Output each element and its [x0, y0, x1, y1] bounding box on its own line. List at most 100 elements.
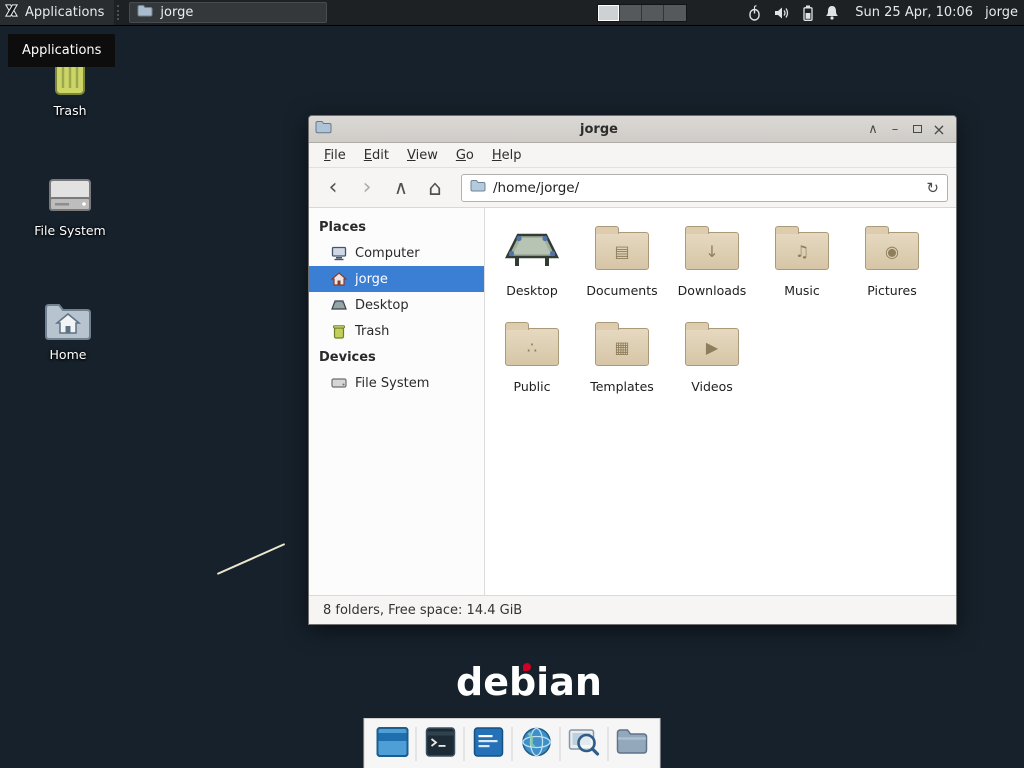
desktop-icon-label: Trash: [20, 103, 120, 118]
titlebar[interactable]: jorge ∧ – ×: [309, 116, 956, 143]
debian-logo-text: debian: [456, 660, 602, 704]
web-browser-icon: [520, 726, 552, 762]
file-item-pictures[interactable]: ◉ Pictures: [847, 216, 937, 312]
sidebar-item-trash[interactable]: Trash: [309, 318, 484, 344]
wallpaper-line-artifact: [217, 543, 285, 575]
file-label: Desktop: [487, 283, 577, 298]
panel-user-menu[interactable]: jorge: [985, 5, 1018, 20]
dock-terminal-settings[interactable]: [465, 722, 512, 766]
workspace-2[interactable]: [620, 5, 642, 21]
file-label: Documents: [577, 283, 667, 298]
folder-icon: ♫: [775, 232, 829, 270]
home-icon: [331, 272, 347, 286]
file-item-public[interactable]: ∴ Public: [487, 312, 577, 408]
desktop-icon-home[interactable]: Home: [18, 292, 118, 362]
menu-file[interactable]: File: [315, 145, 355, 166]
sidebar-item-label: Computer: [355, 246, 420, 261]
file-label: Downloads: [667, 283, 757, 298]
template-emblem: ▦: [596, 329, 648, 365]
file-item-templates[interactable]: ▦ Templates: [577, 312, 667, 408]
notifications-icon[interactable]: [825, 5, 839, 20]
file-label: Videos: [667, 379, 757, 394]
file-label: Pictures: [847, 283, 937, 298]
dock-terminal[interactable]: [417, 722, 464, 766]
battery-icon[interactable]: [803, 5, 813, 21]
applications-icon: [4, 3, 19, 22]
home-button[interactable]: ⌂: [419, 173, 451, 203]
camera-emblem: ◉: [866, 233, 918, 269]
taskbar-window-title: jorge: [160, 5, 193, 20]
back-button[interactable]: ‹: [317, 173, 349, 203]
sidebar-item-computer[interactable]: Computer: [309, 240, 484, 266]
maximize-button[interactable]: [906, 119, 928, 140]
sidebar-item-desktop[interactable]: Desktop: [309, 292, 484, 318]
taskbar-window-button[interactable]: jorge: [129, 2, 327, 23]
sidebar-item-label: Trash: [355, 324, 389, 339]
sidebar-item-file-system[interactable]: File System: [309, 370, 484, 396]
dock-show-desktop[interactable]: [369, 722, 416, 766]
file-item-videos[interactable]: ▶ Videos: [667, 312, 757, 408]
file-label: Music: [757, 283, 847, 298]
applications-menu-button[interactable]: Applications: [0, 0, 114, 25]
menu-go[interactable]: Go: [447, 145, 483, 166]
sidebar-item-jorge[interactable]: jorge: [309, 266, 484, 292]
toolbar: ‹ › ∧ ⌂ /home/jorge/ ↻: [309, 168, 956, 208]
document-emblem: ▤: [596, 233, 648, 269]
panel-clock[interactable]: Sun 25 Apr, 10:06: [855, 5, 973, 20]
maximize-icon: [913, 125, 922, 133]
debian-logo: debian: [456, 660, 602, 704]
panel-grip[interactable]: [117, 5, 124, 20]
top-panel: Applications jorge Sun 25 Apr, 10:06 jor…: [0, 0, 1024, 26]
file-item-desktop[interactable]: Desktop: [487, 216, 577, 312]
computer-icon: [331, 246, 347, 261]
menu-edit[interactable]: Edit: [355, 145, 398, 166]
dock-app-finder[interactable]: [561, 722, 608, 766]
path-text: /home/jorge/: [493, 180, 579, 196]
workspace-pager: [597, 4, 687, 22]
folder-icon: ↓: [685, 232, 739, 270]
desktop-folder-icon: [487, 222, 577, 280]
sidebar: Places Computer jorge Desktop: [309, 208, 485, 595]
workspace-3[interactable]: [642, 5, 664, 21]
music-emblem: ♫: [776, 233, 828, 269]
reload-button[interactable]: ↻: [926, 179, 939, 197]
forward-button[interactable]: ›: [351, 173, 383, 203]
sidebar-item-label: jorge: [355, 272, 388, 287]
folder-icon: ∴: [505, 328, 559, 366]
file-item-downloads[interactable]: ↓ Downloads: [667, 216, 757, 312]
desktop-icon-file-system[interactable]: File System: [20, 168, 120, 238]
folder-icon: ◉: [865, 232, 919, 270]
sidebar-places-header: Places: [309, 214, 484, 240]
window-folder-icon: [315, 120, 332, 138]
close-button[interactable]: ×: [928, 119, 950, 140]
file-view: Desktop ▤ Documents ↓ Downloads ♫ Music …: [485, 208, 956, 595]
volume-icon[interactable]: [774, 6, 791, 20]
dock-file-manager[interactable]: [609, 722, 656, 766]
desktop-icon-label: File System: [20, 223, 120, 238]
file-manager-window: jorge ∧ – × File Edit View Go Help ‹ › ∧…: [308, 115, 957, 625]
sidebar-item-label: Desktop: [355, 298, 409, 313]
workspace-1[interactable]: [598, 5, 620, 21]
file-item-documents[interactable]: ▤ Documents: [577, 216, 667, 312]
home-folder-icon: [18, 292, 118, 342]
menu-help[interactable]: Help: [483, 145, 531, 166]
mouse-icon[interactable]: [747, 5, 762, 21]
drive-icon: [331, 377, 347, 389]
show-desktop-icon: [376, 727, 408, 761]
up-button[interactable]: ∧: [385, 173, 417, 203]
path-bar[interactable]: /home/jorge/ ↻: [461, 174, 948, 202]
desktop-icon-label: Home: [18, 347, 118, 362]
file-manager-icon: [616, 728, 649, 759]
applications-label: Applications: [25, 5, 104, 20]
minimize-button[interactable]: –: [884, 119, 906, 140]
file-item-music[interactable]: ♫ Music: [757, 216, 847, 312]
workspace-4[interactable]: [664, 5, 686, 21]
status-text: 8 folders, Free space: 14.4 GiB: [323, 603, 522, 618]
system-tray: [747, 5, 839, 21]
shade-button[interactable]: ∧: [862, 119, 884, 140]
drive-icon: [20, 168, 120, 218]
dock-web-browser[interactable]: [513, 722, 560, 766]
folder-icon: ▤: [595, 232, 649, 270]
taskbar-folder-icon: [137, 4, 153, 21]
menu-view[interactable]: View: [398, 145, 447, 166]
